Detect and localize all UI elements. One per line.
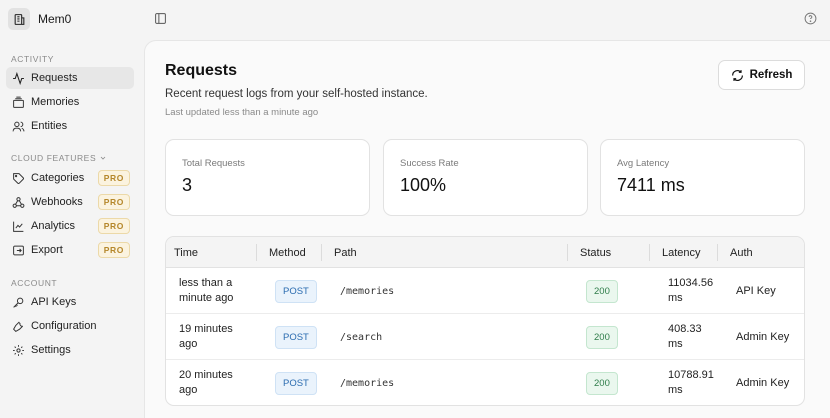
column-header-latency[interactable]: Latency	[662, 237, 701, 268]
pro-badge: PRO	[97, 194, 130, 210]
stat-card-total-requests: Total Requests 3	[165, 139, 370, 216]
sidebar-item-label: Categories	[31, 172, 85, 184]
chart-icon	[13, 221, 24, 232]
page-title: Requests	[165, 62, 238, 79]
tag-icon	[13, 172, 24, 184]
sidebar-item-label: Requests	[31, 72, 78, 84]
method-badge: POST	[275, 371, 317, 395]
pro-badge: PRO	[97, 170, 130, 186]
sidebar: Mem0 ACTIVITY Requests Memories Entities…	[0, 0, 144, 418]
webhook-icon	[12, 196, 25, 208]
memories-icon	[13, 96, 24, 108]
column-divider[interactable]	[649, 244, 650, 261]
sidebar-item-label: API Keys	[31, 296, 77, 308]
cell-latency: 11034.56 ms	[668, 277, 714, 304]
activity-icon	[13, 71, 24, 85]
stat-label: Total Requests	[182, 158, 245, 169]
cell-latency: 408.33 ms	[668, 323, 702, 350]
column-divider[interactable]	[321, 244, 322, 261]
refresh-button-label: Refresh	[749, 69, 793, 81]
section-label-cloud-features[interactable]: CLOUD FEATURES	[11, 153, 107, 163]
column-divider[interactable]	[567, 244, 568, 261]
sidebar-item-label: Entities	[31, 120, 68, 132]
sidebar-item-label: Export	[31, 244, 63, 256]
cell-path: /memories	[340, 285, 395, 297]
section-label-text: CLOUD FEATURES	[11, 153, 97, 163]
status-badge: 200	[586, 371, 618, 395]
refresh-button[interactable]: Refresh	[718, 60, 805, 90]
column-header-auth[interactable]: Auth	[730, 237, 753, 268]
method-badge: POST	[275, 325, 317, 349]
sidebar-item-label: Webhooks	[31, 196, 83, 208]
sidebar-item-label: Analytics	[31, 220, 76, 232]
sidebar-item-settings[interactable]: Settings	[6, 339, 134, 361]
sidebar-item-label: Settings	[31, 344, 71, 356]
sidebar-item-label: Configuration	[31, 320, 97, 332]
sidebar-item-export[interactable]: Export PRO	[6, 239, 134, 261]
cell-latency: 10788.91 ms	[668, 369, 714, 396]
sidebar-toggle-icon[interactable]	[154, 12, 167, 30]
stat-card-avg-latency: Avg Latency 7411 ms	[600, 139, 805, 216]
export-icon	[13, 245, 24, 255]
brand[interactable]: Mem0	[8, 8, 71, 30]
column-header-method[interactable]: Method	[269, 237, 306, 268]
cell-time: 20 minutes ago	[179, 369, 233, 396]
sidebar-item-label: Memories	[31, 96, 80, 108]
main-panel: Requests Recent request logs from your s…	[144, 40, 830, 418]
cell-path: /search	[340, 331, 383, 343]
cell-time: less than a minute ago	[179, 277, 234, 304]
column-header-path[interactable]: Path	[334, 237, 357, 268]
wrench-icon	[13, 320, 24, 332]
table-header: Time Method Path Status Latency Auth	[166, 237, 804, 268]
last-updated-text: Last updated less than a minute ago	[165, 107, 319, 118]
cell-auth: Admin Key	[736, 376, 790, 389]
stat-value: 7411 ms	[617, 175, 685, 195]
help-icon[interactable]	[804, 12, 817, 30]
table-row[interactable]: 19 minutes ago POST /search 200 408.33 m…	[166, 314, 804, 360]
app-name: Mem0	[38, 12, 72, 26]
sidebar-item-requests[interactable]: Requests	[6, 67, 134, 89]
status-badge: 200	[586, 279, 618, 303]
refresh-icon	[731, 69, 743, 81]
stat-value: 3	[182, 175, 193, 195]
sidebar-item-configuration[interactable]: Configuration	[6, 315, 134, 337]
method-badge: POST	[275, 279, 317, 303]
cell-auth: Admin Key	[736, 330, 790, 343]
stat-label: Success Rate	[400, 158, 459, 169]
page-subtitle: Recent request logs from your self-hoste…	[165, 88, 428, 100]
requests-table: Time Method Path Status Latency Auth les…	[165, 236, 805, 406]
column-divider[interactable]	[717, 244, 718, 261]
stat-card-success-rate: Success Rate 100%	[383, 139, 588, 216]
section-label-account: ACCOUNT	[11, 278, 58, 288]
stat-value: 100%	[400, 175, 447, 195]
column-divider[interactable]	[256, 244, 257, 261]
column-header-time[interactable]: Time	[174, 237, 198, 268]
cell-auth: API Key	[736, 284, 776, 297]
chevron-down-icon	[100, 156, 106, 160]
pro-badge: PRO	[97, 242, 130, 258]
sidebar-item-categories[interactable]: Categories PRO	[6, 167, 134, 189]
stat-label: Avg Latency	[617, 158, 670, 169]
section-label-activity: ACTIVITY	[11, 54, 55, 64]
cell-time: 19 minutes ago	[179, 323, 233, 350]
gear-icon	[13, 344, 24, 356]
cell-path: /memories	[340, 377, 395, 389]
key-icon	[13, 297, 24, 308]
status-badge: 200	[586, 325, 618, 349]
table-row[interactable]: less than a minute ago POST /memories 20…	[166, 268, 804, 314]
pro-badge: PRO	[97, 218, 130, 234]
column-header-status[interactable]: Status	[580, 237, 611, 268]
sidebar-item-api-keys[interactable]: API Keys	[6, 291, 134, 313]
sidebar-item-memories[interactable]: Memories	[6, 91, 134, 113]
logo-icon	[8, 8, 30, 30]
table-row[interactable]: 20 minutes ago POST /memories 200 10788.…	[166, 360, 804, 405]
sidebar-item-entities[interactable]: Entities	[6, 115, 134, 137]
sidebar-item-analytics[interactable]: Analytics PRO	[6, 215, 134, 237]
sidebar-item-webhooks[interactable]: Webhooks PRO	[6, 191, 134, 213]
users-icon	[12, 121, 25, 131]
